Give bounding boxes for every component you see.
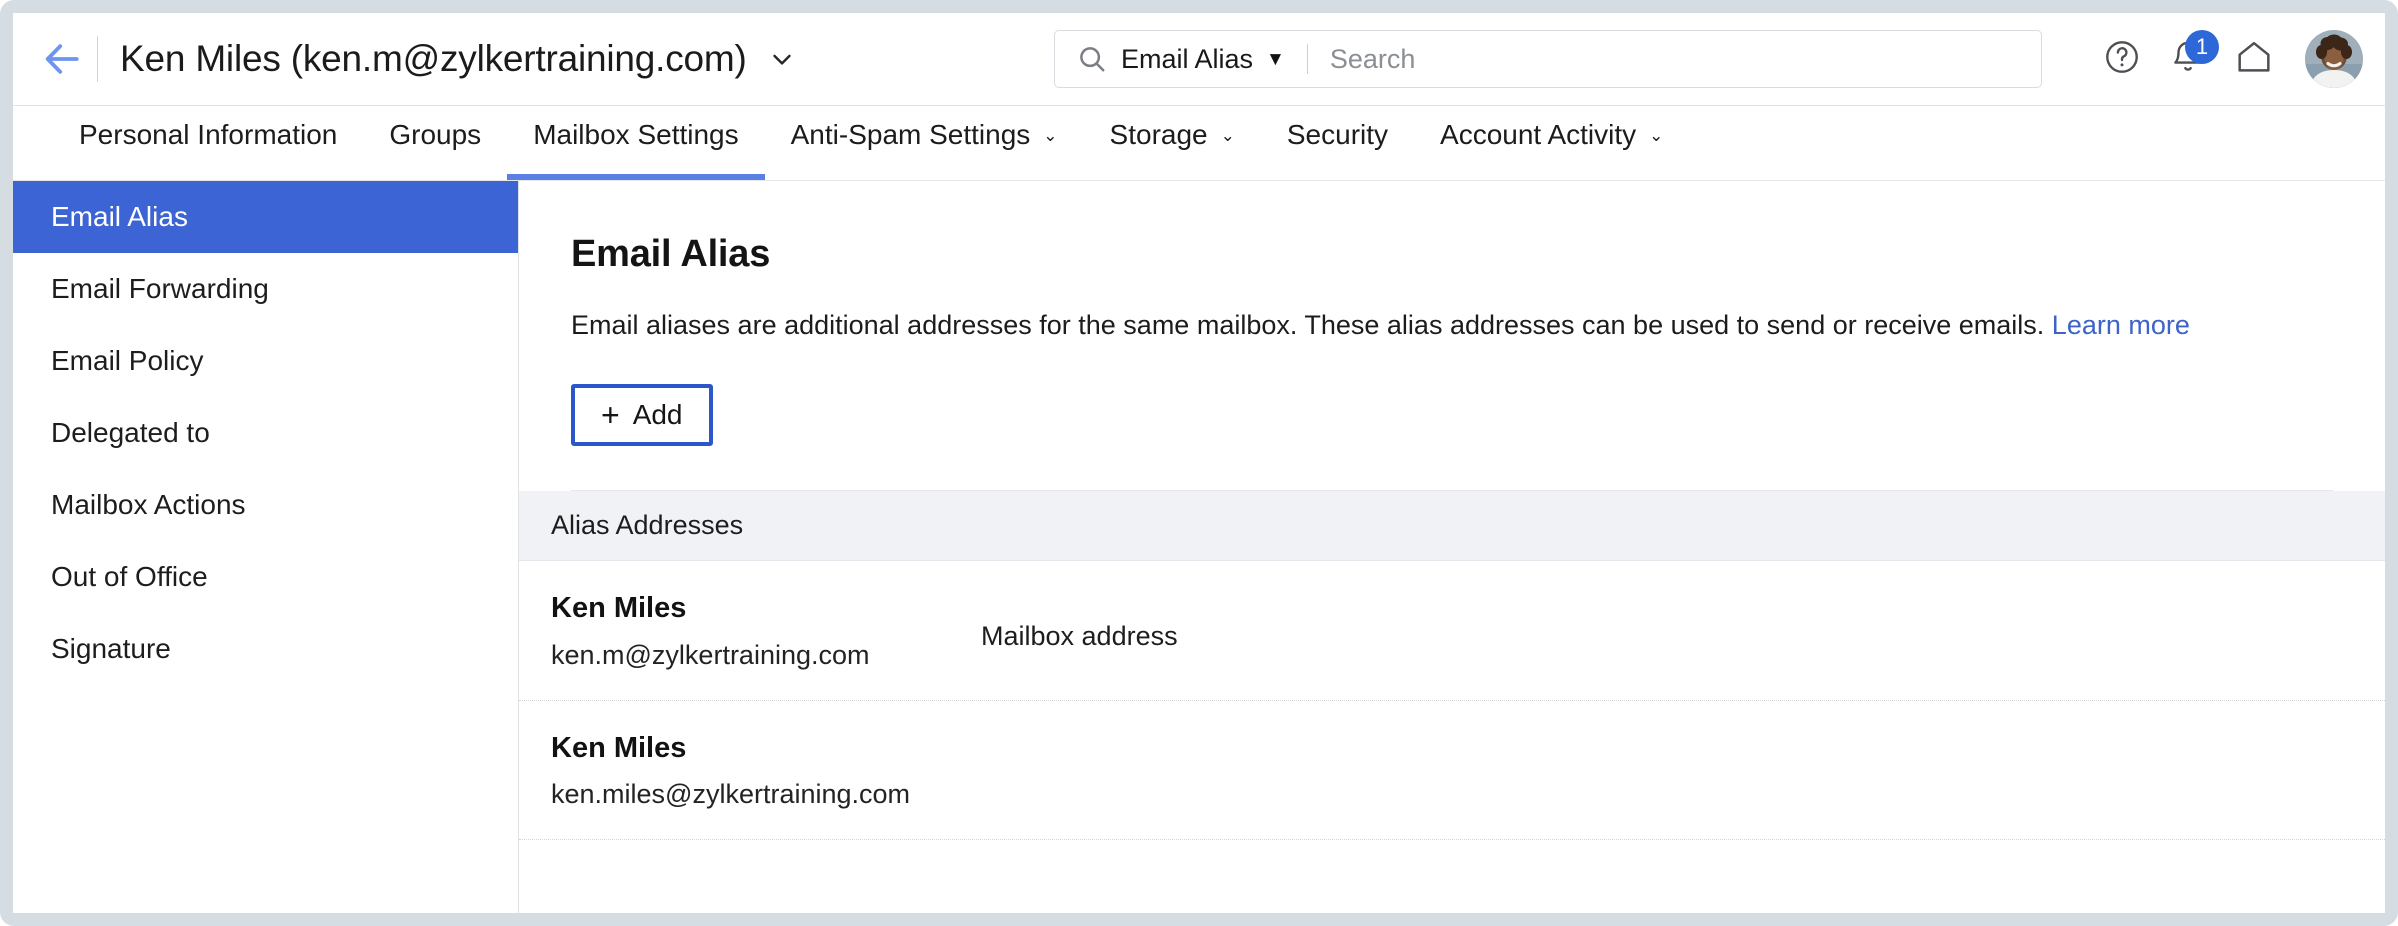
tab-label: Personal Information xyxy=(79,119,338,150)
table-row[interactable]: Ken Miles ken.m@zylkertraining.com Mailb… xyxy=(519,561,2385,701)
search-separator xyxy=(1306,44,1308,74)
search-icon xyxy=(1077,44,1107,74)
chevron-down-icon: ⌄ xyxy=(1649,125,1664,145)
title-divider xyxy=(97,36,98,82)
table-row[interactable]: Ken Miles ken.miles@zylkertraining.com xyxy=(519,701,2385,840)
tab-personal-information[interactable]: Personal Information xyxy=(53,106,363,180)
body-area: Email Alias Email Forwarding Email Polic… xyxy=(13,181,2385,913)
sidebar-item-label: Email Forwarding xyxy=(51,273,269,304)
sidebar-item-label: Out of Office xyxy=(51,561,208,592)
sidebar-item-label: Mailbox Actions xyxy=(51,489,246,520)
sidebar-item-email-policy[interactable]: Email Policy xyxy=(13,325,518,397)
search-input[interactable] xyxy=(1329,31,2041,87)
sidebar-item-label: Signature xyxy=(51,633,171,664)
sidebar-item-out-of-office[interactable]: Out of Office xyxy=(13,541,518,613)
tab-label: Mailbox Settings xyxy=(533,119,739,150)
tab-groups[interactable]: Groups xyxy=(363,106,507,180)
content-title: Email Alias xyxy=(571,233,771,275)
avatar[interactable] xyxy=(2305,30,2363,88)
add-button[interactable]: + Add xyxy=(571,384,713,447)
alias-identity: Ken Miles ken.miles@zylkertraining.com xyxy=(551,731,981,811)
home-icon xyxy=(2234,37,2274,82)
alias-table-header-label: Alias Addresses xyxy=(551,510,744,541)
sidebar-item-email-alias[interactable]: Email Alias xyxy=(13,181,518,253)
learn-more-link[interactable]: Learn more xyxy=(2052,310,2190,340)
sidebar-item-mailbox-actions[interactable]: Mailbox Actions xyxy=(13,469,518,541)
sidebar: Email Alias Email Forwarding Email Polic… xyxy=(13,181,519,913)
tab-storage[interactable]: Storage ⌄ xyxy=(1084,106,1261,180)
search-scope-caret-icon[interactable]: ▼ xyxy=(1266,50,1285,69)
tab-label: Anti-Spam Settings xyxy=(790,119,1031,150)
help-circle-icon xyxy=(2103,38,2141,81)
plus-icon: + xyxy=(601,397,620,434)
sidebar-item-label: Delegated to xyxy=(51,417,210,448)
alias-name: Ken Miles xyxy=(551,731,687,764)
alias-tag: Mailbox address xyxy=(981,621,1178,652)
top-bar-actions: 1 xyxy=(2089,13,2363,105)
chevron-down-icon[interactable] xyxy=(767,44,797,74)
tab-label: Groups xyxy=(389,119,482,150)
home-button[interactable] xyxy=(2221,26,2287,92)
alias-identity: Ken Miles ken.m@zylkertraining.com xyxy=(551,591,981,671)
content-description: Email aliases are additional addresses f… xyxy=(571,307,2333,343)
content-panel: Email Alias Email aliases are additional… xyxy=(519,181,2385,913)
tab-mailbox-settings[interactable]: Mailbox Settings xyxy=(507,106,766,180)
tab-anti-spam-settings[interactable]: Anti-Spam Settings ⌄ xyxy=(765,106,1084,180)
tab-bar: Personal Information Groups Mailbox Sett… xyxy=(13,106,2385,180)
alias-email: ken.miles@zylkertraining.com xyxy=(551,779,911,810)
tab-label: Account Activity xyxy=(1440,119,1637,150)
tab-account-activity[interactable]: Account Activity ⌄ xyxy=(1414,106,1689,180)
alias-name: Ken Miles xyxy=(551,592,687,625)
tab-security[interactable]: Security xyxy=(1261,106,1414,180)
page-title: Ken Miles (ken.m@zylkertraining.com) xyxy=(120,38,747,79)
search-bar[interactable]: Email Alias ▼ xyxy=(1054,30,2042,88)
description-text: Email aliases are additional addresses f… xyxy=(571,310,2045,340)
alias-table-header: Alias Addresses xyxy=(519,491,2385,562)
notifications-button[interactable]: 1 xyxy=(2155,26,2221,92)
back-button[interactable] xyxy=(31,28,93,90)
top-bar: Ken Miles (ken.m@zylkertraining.com) Ema… xyxy=(13,13,2385,105)
help-button[interactable] xyxy=(2089,26,2155,92)
notifications-badge: 1 xyxy=(2185,30,2219,64)
alias-email: ken.m@zylkertraining.com xyxy=(551,640,870,671)
sidebar-item-email-forwarding[interactable]: Email Forwarding xyxy=(13,253,518,325)
search-scope-label[interactable]: Email Alias xyxy=(1121,44,1253,75)
add-button-label: Add xyxy=(632,399,683,431)
sidebar-item-delegated-to[interactable]: Delegated to xyxy=(13,397,518,469)
content-header-block: Email Alias Email aliases are additional… xyxy=(519,181,2385,492)
app-window: Ken Miles (ken.m@zylkertraining.com) Ema… xyxy=(0,0,2398,926)
chevron-down-icon: ⌄ xyxy=(1220,125,1235,145)
sidebar-item-signature[interactable]: Signature xyxy=(13,613,518,685)
sidebar-item-label: Email Alias xyxy=(51,201,188,232)
tab-label: Storage xyxy=(1109,119,1208,150)
sidebar-item-label: Email Policy xyxy=(51,345,204,376)
arrow-left-icon xyxy=(40,37,84,81)
chevron-down-icon: ⌄ xyxy=(1043,125,1058,145)
tab-label: Security xyxy=(1286,119,1389,150)
